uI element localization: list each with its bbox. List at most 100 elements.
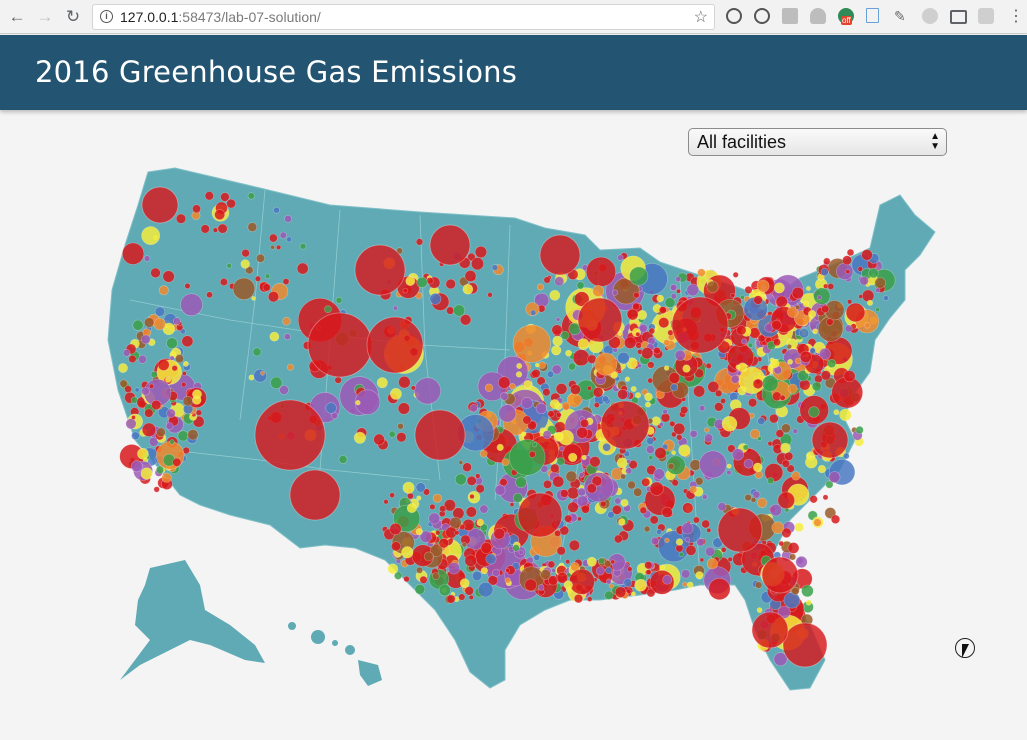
facility-dot[interactable]	[568, 539, 581, 552]
facility-dot[interactable]	[572, 349, 590, 367]
facility-dot[interactable]	[273, 206, 280, 214]
facility-dot[interactable]	[154, 306, 165, 317]
facility-dot[interactable]	[750, 496, 757, 503]
facility-dot[interactable]	[627, 480, 636, 490]
facility-dot[interactable]	[787, 358, 793, 365]
facility-dot[interactable]	[479, 504, 489, 514]
facility-dot[interactable]	[682, 502, 694, 514]
facility-dot[interactable]	[445, 278, 456, 290]
facility-dot[interactable]	[680, 405, 689, 415]
facility-dot[interactable]	[469, 404, 478, 413]
facility-dot[interactable]	[626, 459, 631, 464]
facility-dot[interactable]	[756, 497, 768, 508]
facility-dot[interactable]	[141, 226, 161, 246]
facility-dot[interactable]	[389, 522, 402, 536]
reload-icon[interactable]: ↻	[62, 6, 84, 28]
facility-dot[interactable]	[828, 471, 841, 484]
facility-dot[interactable]	[169, 439, 175, 445]
facility-dot[interactable]	[866, 299, 874, 306]
facility-dot[interactable]	[324, 305, 332, 314]
facility-dot-large[interactable]	[671, 296, 729, 354]
facility-dot[interactable]	[664, 537, 670, 543]
facility-dot[interactable]	[682, 581, 688, 588]
facility-dot[interactable]	[551, 324, 563, 336]
facility-dot[interactable]	[515, 476, 527, 489]
facility-dot[interactable]	[661, 506, 673, 518]
facility-dot[interactable]	[830, 514, 841, 524]
facility-dot[interactable]	[658, 317, 670, 329]
facility-dot[interactable]	[775, 295, 788, 308]
facility-dot[interactable]	[817, 465, 827, 474]
facility-dot[interactable]	[248, 374, 255, 381]
facility-dot[interactable]	[410, 385, 416, 391]
facility-dot[interactable]	[623, 336, 637, 349]
facility-dot[interactable]	[792, 428, 799, 435]
facility-dot[interactable]	[401, 546, 414, 559]
facility-dot[interactable]	[335, 296, 343, 304]
facility-dot[interactable]	[555, 431, 564, 441]
facility-dot[interactable]	[813, 287, 831, 305]
facility-dot[interactable]	[454, 530, 460, 536]
facility-dot[interactable]	[686, 581, 694, 589]
facility-dot[interactable]	[635, 342, 642, 349]
facility-dot[interactable]	[165, 376, 172, 383]
facility-dot[interactable]	[521, 431, 527, 437]
facility-dot[interactable]	[175, 213, 187, 224]
facility-dot[interactable]	[698, 405, 706, 412]
facility-dot[interactable]	[604, 590, 614, 600]
facility-dot[interactable]	[270, 376, 283, 389]
facility-dot[interactable]	[726, 463, 732, 469]
facility-dot[interactable]	[491, 264, 499, 271]
facility-dot[interactable]	[626, 308, 639, 321]
extension-video-icon[interactable]	[978, 8, 994, 24]
facility-dot[interactable]	[717, 502, 727, 512]
facility-dot[interactable]	[143, 255, 151, 262]
facility-dot[interactable]	[161, 472, 172, 483]
facility-dot[interactable]	[656, 294, 665, 303]
extension-document-icon[interactable]	[866, 8, 879, 23]
facility-dot[interactable]	[402, 287, 409, 294]
facility-dot[interactable]	[727, 556, 733, 563]
facility-dot[interactable]	[779, 394, 786, 401]
facility-dot[interactable]	[286, 236, 292, 243]
facility-dot[interactable]	[125, 418, 137, 430]
facility-dot[interactable]	[153, 486, 160, 493]
facility-dot[interactable]	[757, 334, 766, 343]
facility-dot[interactable]	[633, 487, 643, 497]
facility-dot[interactable]	[556, 457, 565, 466]
facility-dot[interactable]	[485, 553, 497, 565]
facility-dot[interactable]	[538, 361, 546, 369]
facility-dot[interactable]	[823, 283, 829, 289]
facility-dot[interactable]	[740, 294, 745, 300]
facility-dot[interactable]	[674, 349, 686, 361]
facility-dot[interactable]	[589, 456, 601, 468]
facility-dot[interactable]	[214, 209, 226, 221]
facility-dot[interactable]	[801, 584, 814, 598]
facility-dot[interactable]	[799, 350, 812, 363]
facility-dot[interactable]	[692, 516, 700, 524]
facility-dot[interactable]	[162, 270, 175, 283]
facility-dot[interactable]	[637, 309, 648, 320]
facility-dot[interactable]	[212, 227, 219, 233]
facility-dot[interactable]	[563, 580, 573, 590]
facility-dot[interactable]	[470, 257, 484, 271]
facility-dot[interactable]	[512, 492, 523, 503]
facility-dot[interactable]	[172, 317, 181, 326]
facility-dot[interactable]	[778, 540, 785, 547]
facility-dot[interactable]	[475, 473, 481, 479]
facility-dot[interactable]	[805, 456, 818, 469]
facility-dot[interactable]	[388, 430, 396, 438]
facility-dot[interactable]	[648, 327, 656, 335]
facility-dot[interactable]	[415, 566, 423, 574]
facility-dot[interactable]	[523, 379, 533, 390]
facility-dot[interactable]	[663, 365, 670, 371]
facility-dot[interactable]	[542, 479, 552, 489]
facility-dot[interactable]	[639, 506, 647, 514]
facility-dot[interactable]	[730, 374, 740, 384]
facility-dot[interactable]	[623, 578, 633, 588]
facility-dot[interactable]	[131, 431, 140, 441]
facility-dot[interactable]	[681, 522, 694, 535]
facility-dot[interactable]	[122, 348, 131, 357]
facility-dot[interactable]	[286, 363, 294, 371]
facility-dot[interactable]	[618, 453, 624, 459]
